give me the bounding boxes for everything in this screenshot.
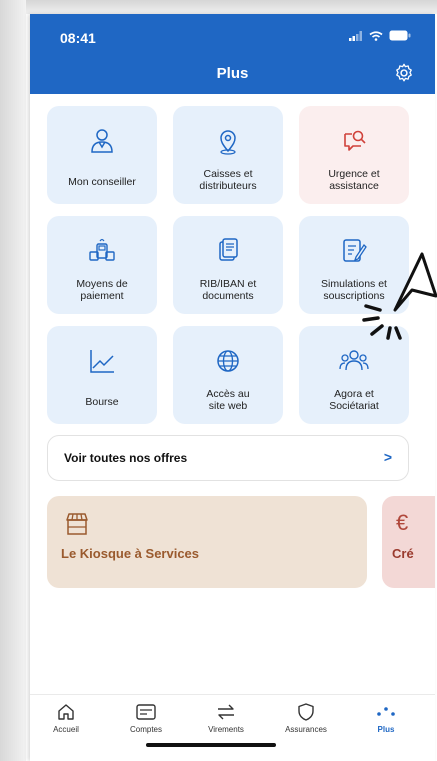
all-offers-label: Voir toutes nos offres [64, 451, 188, 465]
tile-label-line2: documents [202, 290, 254, 302]
group-icon [339, 350, 369, 371]
home-indicator [146, 743, 276, 747]
nav-virements[interactable]: Virements [194, 701, 258, 734]
tile-label: Mon conseiller [68, 176, 136, 188]
tile-label-line1: Agora et [334, 388, 374, 400]
shield-icon [298, 703, 314, 721]
status-time: 08:41 [60, 30, 96, 46]
phone-screen: 08:41 Plus Mon conseiller Caisses et dist… [30, 14, 435, 761]
kiosque-title: Le Kiosque à Services [61, 546, 200, 561]
nav-accueil[interactable]: Accueil [34, 701, 98, 734]
nav-plus[interactable]: Plus [354, 701, 418, 734]
tile-rib-iban-documents[interactable]: RIB/IBAN et documents [173, 216, 283, 314]
nav-label: Accueil [53, 725, 79, 734]
home-icon [58, 704, 74, 720]
battery-icon [389, 30, 411, 41]
nav-comptes[interactable]: Comptes [114, 701, 178, 734]
app-header: 08:41 Plus [30, 14, 435, 94]
tile-label-line2: assistance [329, 180, 379, 192]
tile-mon-conseiller[interactable]: Mon conseiller [47, 106, 157, 204]
signal-icon [349, 30, 362, 41]
tile-label: Bourse [85, 396, 119, 408]
chart-line-icon [90, 350, 114, 373]
nav-label: Plus [377, 725, 395, 734]
chat-search-icon [344, 130, 366, 151]
tile-label-line1: RIB/IBAN et [199, 278, 257, 290]
transfer-icon [218, 704, 234, 720]
nav-label: Assurances [285, 725, 327, 734]
documents-icon [219, 238, 238, 261]
nav-label: Comptes [129, 725, 162, 734]
payment-terminal-icon [89, 238, 115, 261]
card-icon [136, 704, 156, 720]
tile-label-line2: site web [208, 400, 248, 412]
status-icons [349, 30, 411, 41]
advisor-icon [91, 129, 113, 153]
tap-gesture-icon [362, 252, 437, 340]
bottom-nav: Accueil Comptes Virements Assurances Plu… [30, 694, 435, 761]
tile-urgence-assistance[interactable]: Urgence et assistance [299, 106, 409, 204]
tile-acces-site-web[interactable]: Accès au site web [173, 326, 283, 424]
tile-label-line1: Urgence et [328, 168, 380, 180]
kiosque-services-card[interactable]: Le Kiosque à Services [47, 496, 367, 588]
gear-icon[interactable] [393, 62, 415, 84]
location-pin-icon [220, 130, 236, 155]
nav-label: Virements [208, 725, 244, 734]
chevron-right-icon: > [383, 449, 392, 465]
frame-top-edge [0, 0, 437, 14]
tile-bourse[interactable]: Bourse [47, 326, 157, 424]
tile-caisses-distributeurs[interactable]: Caisses et distributeurs [173, 106, 283, 204]
tile-label-line1: Moyens de [76, 278, 128, 290]
tile-label-line2: Sociétariat [329, 400, 379, 412]
tile-label-line2: paiement [80, 290, 124, 302]
tile-label-line1: Caisses et [203, 168, 253, 180]
tile-label-line2: distributeurs [199, 180, 257, 192]
page-title: Plus [216, 65, 249, 82]
tile-moyens-paiement[interactable]: Moyens de paiement [47, 216, 157, 314]
shop-icon [66, 513, 88, 535]
wifi-icon [369, 30, 383, 41]
frame-left-edge [0, 0, 26, 761]
credit-card-title: Cré [392, 546, 414, 561]
euro-icon: € [396, 510, 409, 535]
all-offers-link[interactable]: Voir toutes nos offres > [47, 435, 409, 481]
globe-icon [217, 350, 239, 372]
tile-label-line1: Accès au [206, 388, 250, 400]
nav-assurances[interactable]: Assurances [274, 701, 338, 734]
more-dots-icon [377, 707, 395, 716]
credit-card-partial[interactable]: € Cré [382, 496, 435, 588]
